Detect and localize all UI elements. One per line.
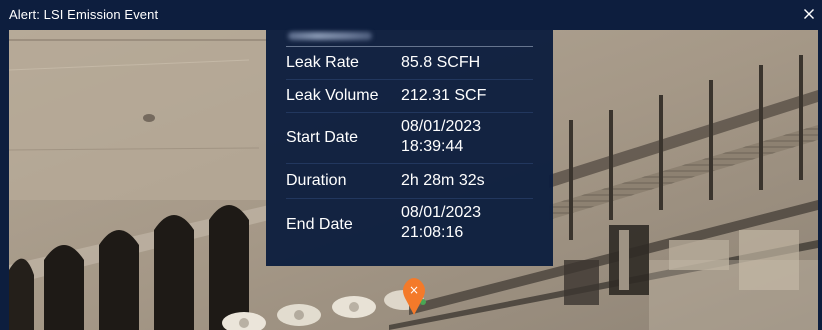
duration-label: Duration	[286, 172, 347, 189]
duration-value: 2h 28m 32s	[401, 172, 485, 189]
window-frame-left	[0, 0, 9, 330]
leak-volume-row: Leak Volume 212.31 SCF	[286, 80, 533, 113]
start-date-label: Start Date	[286, 129, 359, 146]
alert-window: Alert: LSI Emission Event Leak Rate 85.8…	[0, 0, 822, 330]
close-button[interactable]	[800, 5, 818, 23]
start-date-row: Start Date 08/01/2023 18:39:44	[286, 113, 533, 164]
leak-details-popup: Leak Rate 85.8 SCFH Leak Volume 212.31 S…	[266, 30, 553, 266]
marker-glyph: ×	[409, 283, 419, 297]
title-bar: Alert: LSI Emission Event	[0, 0, 822, 30]
start-date-value: 08/01/2023 18:39:44	[401, 118, 482, 155]
end-date-label: End Date	[286, 216, 353, 233]
leak-rate-value: 85.8 SCFH	[401, 54, 481, 71]
leak-volume-label: Leak Volume	[286, 87, 379, 104]
window-frame-right	[818, 0, 822, 330]
leak-rate-label: Leak Rate	[286, 54, 359, 71]
end-date-row: End Date 08/01/2023 21:08:16	[286, 199, 533, 253]
location-pin-icon: ×	[403, 278, 425, 315]
redacted-site-name	[288, 32, 372, 40]
window-title: Alert: LSI Emission Event	[9, 7, 159, 22]
leak-volume-value: 212.31 SCF	[401, 87, 487, 104]
close-icon	[804, 9, 814, 19]
emission-location-marker[interactable]: ×	[400, 276, 428, 316]
popup-header	[286, 30, 533, 47]
leak-rate-row: Leak Rate 85.8 SCFH	[286, 47, 533, 80]
end-date-value: 08/01/2023 21:08:16	[401, 204, 482, 241]
duration-row: Duration 2h 28m 32s	[286, 164, 533, 199]
